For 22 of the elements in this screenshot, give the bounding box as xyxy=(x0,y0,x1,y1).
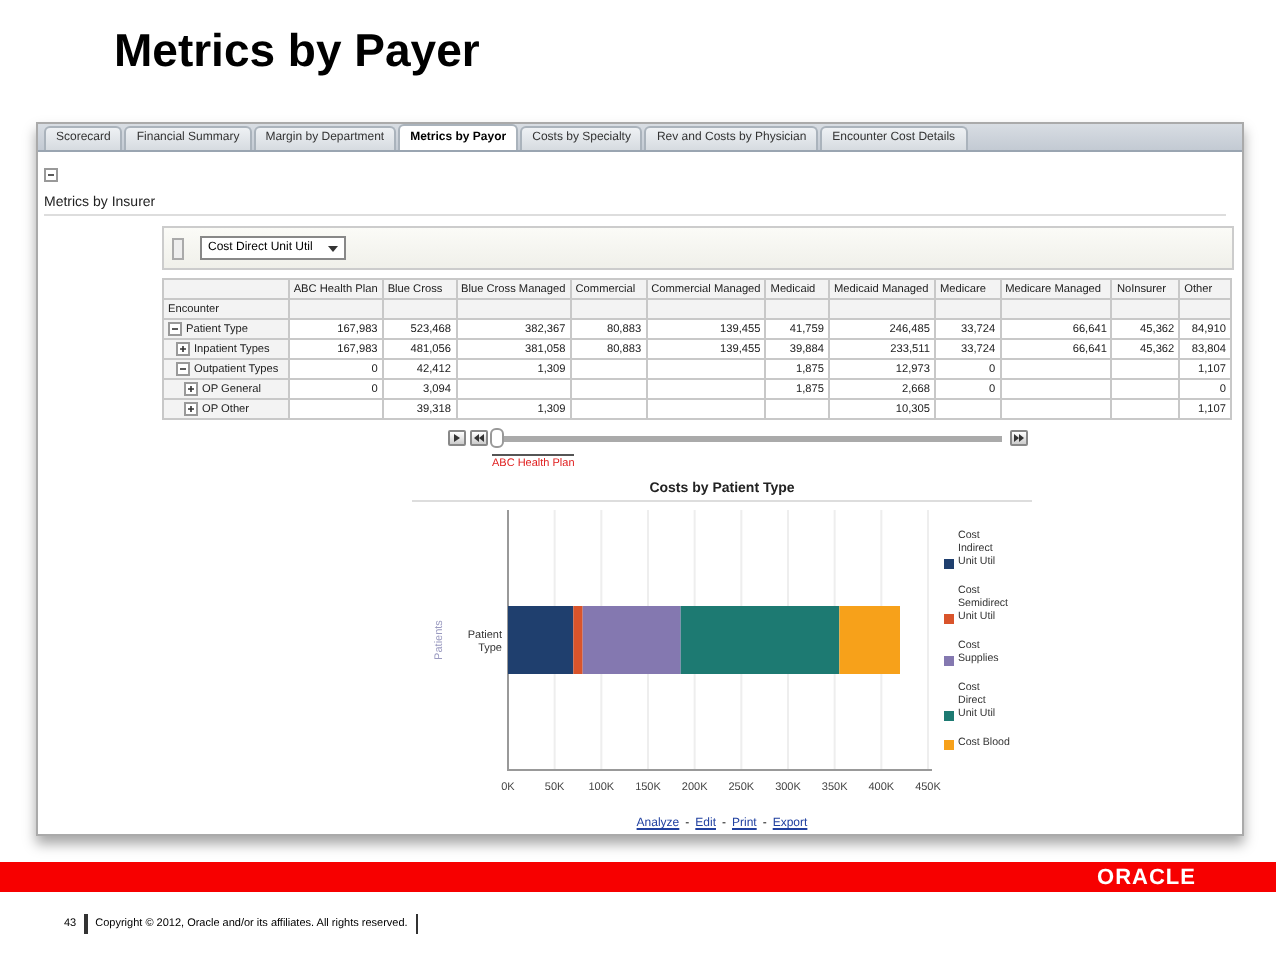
legend-swatch xyxy=(944,711,954,721)
fast-forward-icon xyxy=(1014,434,1024,442)
fast-forward-button[interactable] xyxy=(1010,430,1028,446)
logo: ORACLE xyxy=(1097,865,1196,889)
slide-title: Metrics by Payer xyxy=(112,22,482,80)
collapse-icon[interactable] xyxy=(168,322,182,336)
expand-icon[interactable] xyxy=(176,342,190,356)
grip-icon xyxy=(172,237,184,259)
slider-thumb[interactable] xyxy=(490,427,504,447)
collapse-icon[interactable] xyxy=(176,362,190,376)
rewind-button[interactable] xyxy=(470,430,488,446)
expand-icon[interactable] xyxy=(184,402,198,416)
legend-swatch xyxy=(944,614,954,624)
legend-swatch xyxy=(944,740,954,750)
rewind-icon xyxy=(474,434,484,442)
collapse-icon[interactable] xyxy=(44,168,58,182)
legend-swatch xyxy=(944,656,954,666)
expand-icon[interactable] xyxy=(184,382,198,396)
legend-swatch xyxy=(944,559,954,569)
play-button[interactable] xyxy=(448,430,466,446)
play-icon xyxy=(452,434,462,442)
caret-icon xyxy=(328,246,339,252)
